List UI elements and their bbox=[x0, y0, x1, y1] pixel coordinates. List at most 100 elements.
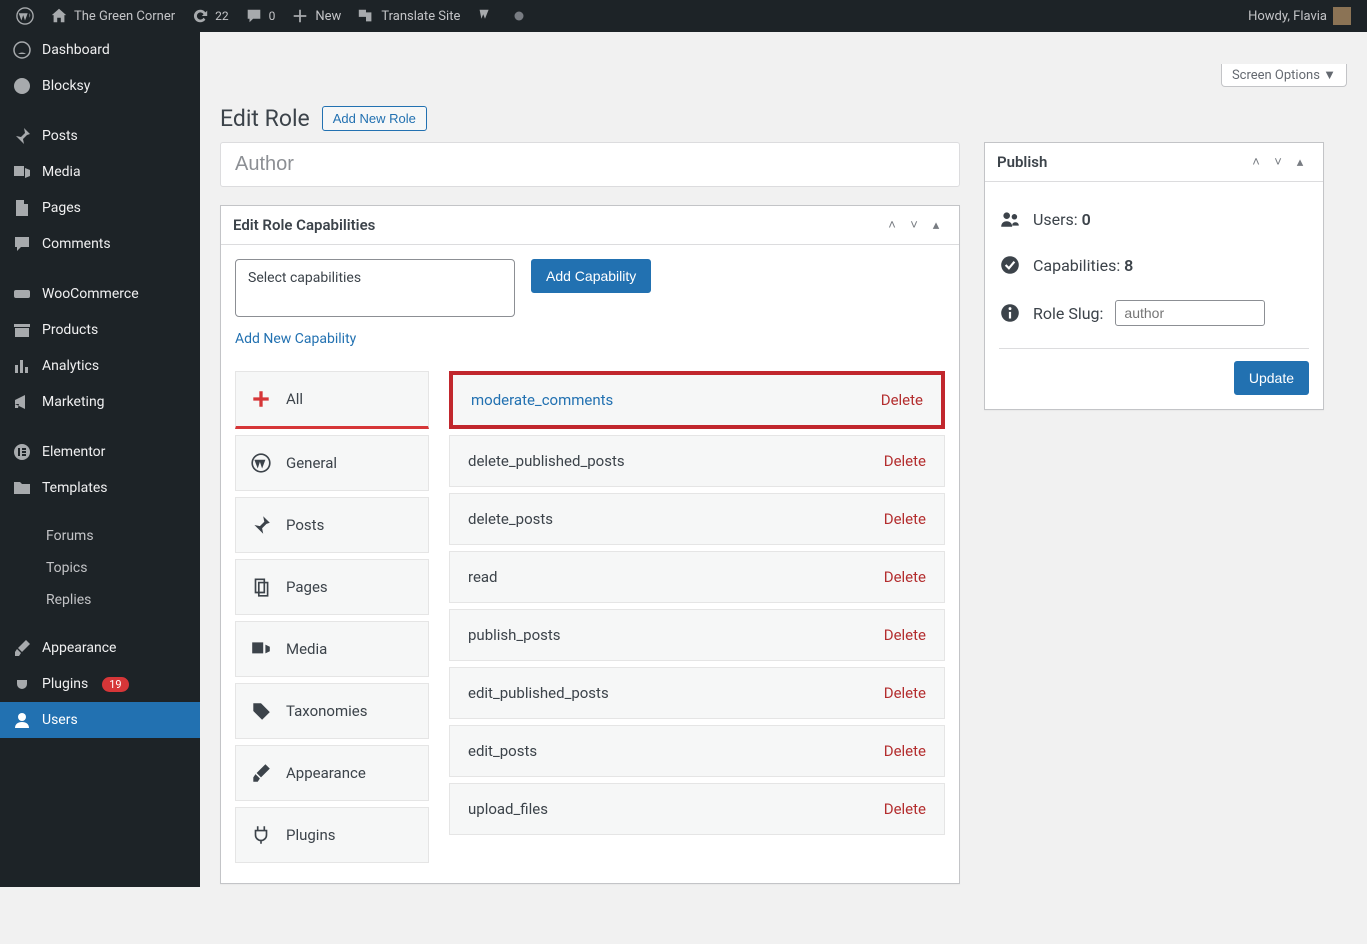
sidebar-item-templates[interactable]: Templates bbox=[0, 470, 200, 506]
publish-box: Publish ˄ ˅ ▴ Users: 0 Capabilities: 8 bbox=[984, 142, 1324, 410]
cat-all[interactable]: All bbox=[235, 371, 429, 429]
info-icon bbox=[999, 302, 1021, 324]
comments[interactable]: 0 bbox=[237, 0, 284, 32]
capability-delete[interactable]: Delete bbox=[884, 800, 926, 818]
capability-delete[interactable]: Delete bbox=[884, 742, 926, 760]
capabilities-box: Edit Role Capabilities ˄ ˅ ▴ Select capa… bbox=[220, 205, 960, 884]
capability-name[interactable]: delete_published_posts bbox=[468, 452, 625, 470]
status-dot[interactable] bbox=[502, 0, 536, 32]
cat-plugins[interactable]: Plugins bbox=[235, 807, 429, 863]
capability-delete[interactable]: Delete bbox=[881, 391, 923, 409]
capability-name[interactable]: read bbox=[468, 568, 498, 586]
capability-delete[interactable]: Delete bbox=[884, 452, 926, 470]
screen-options-toggle[interactable]: Screen Options ▼ bbox=[1221, 64, 1347, 87]
capability-name[interactable]: upload_files bbox=[468, 800, 548, 818]
plug-icon bbox=[250, 824, 272, 846]
add-capability-button[interactable]: Add Capability bbox=[531, 259, 651, 293]
publish-box-title: Publish bbox=[997, 153, 1245, 171]
add-new-role-button[interactable]: Add New Role bbox=[322, 106, 427, 131]
wordpress-icon bbox=[250, 452, 272, 474]
capability-name[interactable]: moderate_comments bbox=[471, 391, 613, 409]
sidebar-item-replies[interactable]: Replies bbox=[0, 584, 200, 616]
update-button[interactable]: Update bbox=[1234, 361, 1309, 395]
megaphone-icon bbox=[12, 392, 32, 412]
sidebar-item-blocksy[interactable]: Blocksy bbox=[0, 68, 200, 104]
cat-general[interactable]: General bbox=[235, 435, 429, 491]
capability-name[interactable]: edit_posts bbox=[468, 742, 537, 760]
sidebar-item-forums[interactable]: Forums bbox=[0, 520, 200, 552]
toggle-box-button[interactable]: ▴ bbox=[1289, 151, 1311, 173]
sidebar-item-posts[interactable]: Posts bbox=[0, 118, 200, 154]
capability-select[interactable]: Select capabilities bbox=[235, 259, 515, 317]
add-new-capability-link[interactable]: Add New Capability bbox=[235, 331, 356, 347]
capability-row: upload_files Delete bbox=[449, 783, 945, 835]
copy-icon bbox=[250, 576, 272, 598]
capabilities-box-title: Edit Role Capabilities bbox=[233, 216, 881, 234]
home-icon bbox=[50, 7, 68, 25]
sidebar-item-plugins[interactable]: Plugins19 bbox=[0, 666, 200, 702]
sidebar-item-elementor[interactable]: Elementor bbox=[0, 434, 200, 470]
my-account[interactable]: Howdy, Flavia bbox=[1240, 0, 1359, 32]
chart-icon bbox=[12, 356, 32, 376]
media-icon bbox=[250, 638, 272, 660]
translate-site[interactable]: Translate Site bbox=[349, 0, 468, 32]
capability-name[interactable]: edit_published_posts bbox=[468, 684, 609, 702]
cat-appearance[interactable]: Appearance bbox=[235, 745, 429, 801]
sidebar-item-marketing[interactable]: Marketing bbox=[0, 384, 200, 420]
wp-logo[interactable] bbox=[8, 0, 42, 32]
capability-row: delete_published_posts Delete bbox=[449, 435, 945, 487]
capability-categories: All General Posts Pages Media Taxonomies… bbox=[235, 371, 429, 869]
caps-count: 8 bbox=[1124, 256, 1133, 275]
capability-delete[interactable]: Delete bbox=[884, 510, 926, 528]
pin-icon bbox=[250, 514, 272, 536]
woocommerce-icon bbox=[12, 284, 32, 304]
admin-sidebar: Dashboard Blocksy Posts Media Pages Comm… bbox=[0, 32, 200, 887]
slug-label: Role Slug: bbox=[1033, 304, 1103, 323]
circle-icon bbox=[510, 7, 528, 25]
cat-media[interactable]: Media bbox=[235, 621, 429, 677]
toggle-box-button[interactable]: ▴ bbox=[925, 214, 947, 236]
capability-name[interactable]: delete_posts bbox=[468, 510, 553, 528]
yoast-icon bbox=[476, 7, 494, 25]
sidebar-item-dashboard[interactable]: Dashboard bbox=[0, 32, 200, 68]
capability-row: moderate_comments Delete bbox=[449, 371, 945, 429]
move-up-button[interactable]: ˄ bbox=[1245, 151, 1267, 173]
sidebar-item-appearance[interactable]: Appearance bbox=[0, 630, 200, 666]
page-icon bbox=[12, 198, 32, 218]
move-down-button[interactable]: ˅ bbox=[1267, 151, 1289, 173]
sidebar-item-woocommerce[interactable]: WooCommerce bbox=[0, 276, 200, 312]
role-name-input[interactable] bbox=[220, 142, 960, 187]
comment-icon bbox=[12, 234, 32, 254]
sidebar-item-analytics[interactable]: Analytics bbox=[0, 348, 200, 384]
page-title: Edit Role bbox=[220, 105, 310, 132]
new-content[interactable]: New bbox=[283, 0, 349, 32]
sidebar-item-pages[interactable]: Pages bbox=[0, 190, 200, 226]
yoast[interactable] bbox=[468, 0, 502, 32]
sidebar-item-media[interactable]: Media bbox=[0, 154, 200, 190]
brush-icon bbox=[250, 762, 272, 784]
role-slug-input[interactable] bbox=[1115, 300, 1265, 326]
capability-delete[interactable]: Delete bbox=[884, 568, 926, 586]
cat-pages[interactable]: Pages bbox=[235, 559, 429, 615]
updates[interactable]: 22 bbox=[183, 0, 237, 32]
capability-delete[interactable]: Delete bbox=[884, 626, 926, 644]
site-name[interactable]: The Green Corner bbox=[42, 0, 183, 32]
refresh-icon bbox=[191, 7, 209, 25]
sidebar-item-products[interactable]: Products bbox=[0, 312, 200, 348]
comment-icon bbox=[245, 7, 263, 25]
cat-posts[interactable]: Posts bbox=[235, 497, 429, 553]
cat-taxonomies[interactable]: Taxonomies bbox=[235, 683, 429, 739]
sidebar-item-topics[interactable]: Topics bbox=[0, 552, 200, 584]
capability-list: moderate_comments Delete delete_publishe… bbox=[449, 371, 945, 869]
capability-name[interactable]: publish_posts bbox=[468, 626, 561, 644]
move-up-button[interactable]: ˄ bbox=[881, 214, 903, 236]
sidebar-item-comments[interactable]: Comments bbox=[0, 226, 200, 262]
move-down-button[interactable]: ˅ bbox=[903, 214, 925, 236]
elementor-icon bbox=[12, 442, 32, 462]
admin-bar: The Green Corner 22 0 New Translate Site… bbox=[0, 0, 1367, 32]
dashboard-icon bbox=[12, 40, 32, 60]
check-circle-icon bbox=[999, 254, 1021, 276]
sidebar-item-users[interactable]: Users bbox=[0, 702, 200, 738]
translate-icon bbox=[357, 7, 375, 25]
capability-delete[interactable]: Delete bbox=[884, 684, 926, 702]
